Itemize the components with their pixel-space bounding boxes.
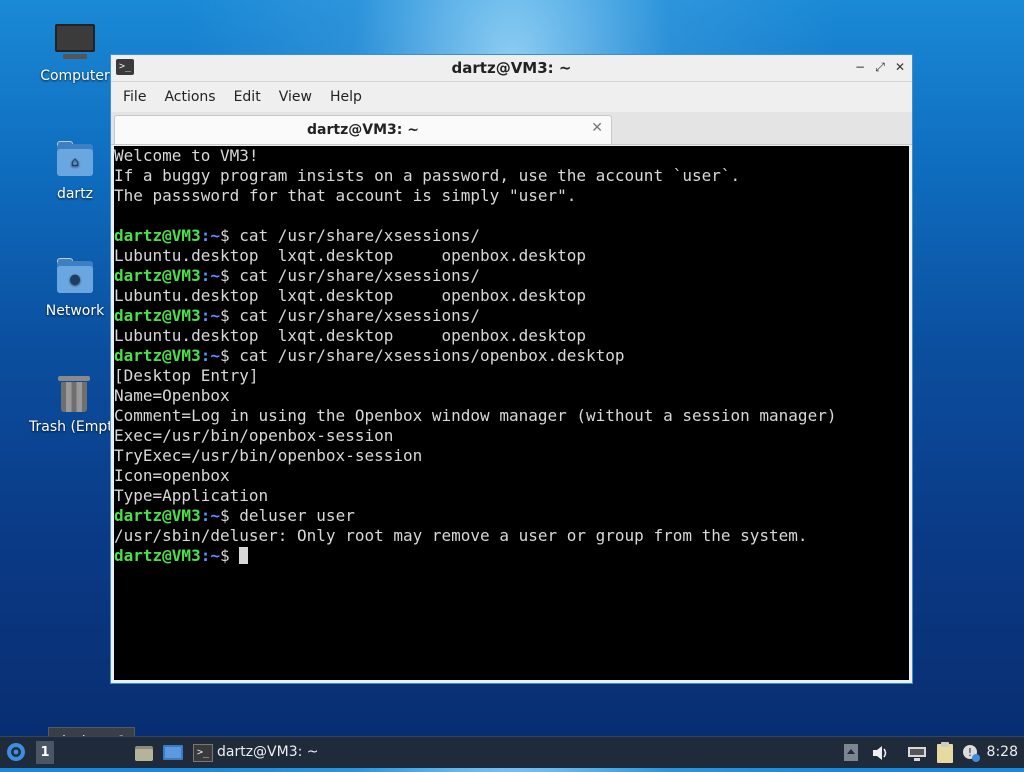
volume-button[interactable] (870, 743, 890, 763)
desktop-icon-label: Trash (Empt (29, 419, 113, 435)
prompt-user: dartz@VM3 (114, 306, 201, 325)
prompt-path: :~ (200, 546, 220, 565)
terminal-output-line: The passsword for that account is simply… (114, 186, 577, 205)
maximize-button[interactable]: ⤢ (872, 59, 888, 75)
terminal-output-line: [Desktop Entry] (114, 366, 259, 385)
prompt-path: :~ (200, 346, 220, 365)
terminal-output-line: Name=Openbox (114, 386, 230, 405)
prompt-symbol: $ (219, 506, 240, 525)
menu-help[interactable]: Help (324, 89, 370, 105)
update-info-icon: ! (963, 745, 980, 762)
tray-arrow-icon (844, 744, 858, 761)
prompt-path: :~ (200, 306, 220, 325)
menu-view[interactable]: View (273, 89, 320, 105)
terminal-output[interactable]: Welcome to VM3! If a buggy program insist… (114, 146, 909, 680)
desktop-icon-label: Computer (40, 68, 110, 84)
prompt-user: dartz@VM3 (114, 226, 201, 245)
terminal-output-line: /usr/sbin/deluser: Only root may remove … (114, 526, 808, 545)
desktop-icon-label: Network (45, 303, 105, 319)
prompt-symbol: $ (219, 266, 240, 285)
desktop-switcher-1[interactable]: 1 (36, 741, 54, 764)
prompt-symbol: $ (219, 546, 240, 565)
show-desktop-button[interactable] (162, 743, 184, 763)
command-text: cat /usr/share/xsessions/ (239, 266, 481, 285)
desktop-icon-computer[interactable]: Computer (29, 22, 121, 84)
close-button[interactable]: ✕ (892, 59, 908, 75)
tab-bar: dartz@VM3: ~ ✕ (111, 112, 912, 145)
terminal-command-line: dartz@VM3:~$ (114, 546, 909, 566)
prompt-symbol: $ (219, 306, 240, 325)
prompt-user: dartz@VM3 (114, 506, 201, 525)
prompt-path: :~ (200, 506, 220, 525)
desktop-icon-label: dartz (56, 186, 94, 202)
taskbar: 1 >_ dartz@VM3: ~ ! 8:28 (0, 736, 1024, 768)
tab-close-icon[interactable]: ✕ (591, 120, 603, 136)
network-icon (908, 747, 926, 761)
file-manager-icon (135, 746, 153, 761)
start-menu-button[interactable] (4, 737, 28, 768)
home-folder-icon: ⌂ (55, 140, 95, 180)
menu-file[interactable]: File (117, 89, 154, 105)
terminal-output-line: Lubuntu.desktop lxqt.desktop openbox.des… (114, 286, 587, 305)
minimize-button[interactable]: − (852, 59, 868, 75)
terminal-command-line: dartz@VM3:~$ deluser user (114, 506, 909, 526)
tray-expand-button[interactable] (843, 743, 859, 762)
command-text: cat /usr/share/xsessions/ (239, 226, 481, 245)
terminal-output-line: Lubuntu.desktop lxqt.desktop openbox.des… (114, 246, 587, 265)
prompt-user: dartz@VM3 (114, 546, 201, 565)
clipboard-button[interactable] (934, 741, 956, 765)
update-notifier-button[interactable]: ! (961, 743, 981, 763)
prompt-user: dartz@VM3 (114, 346, 201, 365)
desktop-icon-home[interactable]: ⌂ dartz (29, 140, 121, 202)
terminal-output-line: Type=Application (114, 486, 269, 505)
prompt-symbol: $ (219, 226, 240, 245)
window-titlebar[interactable]: >_ dartz@VM3: ~ − ⤢ ✕ (111, 55, 912, 82)
window-title: dartz@VM3: ~ (451, 59, 572, 77)
tab-terminal[interactable]: dartz@VM3: ~ ✕ (114, 115, 612, 144)
terminal-command-line: dartz@VM3:~$ cat /usr/share/xsessions/ (114, 266, 909, 286)
menu-actions[interactable]: Actions (158, 89, 223, 105)
prompt-symbol: $ (219, 346, 240, 365)
prompt-path: :~ (200, 266, 220, 285)
terminal-output-line: Exec=/usr/bin/openbox-session (114, 426, 394, 445)
terminal-window[interactable]: >_ dartz@VM3: ~ − ⤢ ✕ File Actions Edit … (110, 54, 913, 684)
terminal-cursor (239, 547, 249, 564)
terminal-task-icon: >_ (193, 744, 213, 762)
show-desktop-icon (163, 745, 183, 760)
menu-edit[interactable]: Edit (228, 89, 269, 105)
network-folder-icon: ● (55, 257, 95, 297)
command-text: cat /usr/share/xsessions/ (239, 306, 481, 325)
clock[interactable]: 8:28 (987, 737, 1018, 768)
terminal-command-line: dartz@VM3:~$ cat /usr/share/xsessions/op… (114, 346, 909, 366)
trash-icon (54, 373, 94, 413)
speaker-icon (873, 746, 887, 760)
terminal-command-line: dartz@VM3:~$ cat /usr/share/xsessions/ (114, 226, 909, 246)
terminal-output-line: Lubuntu.desktop lxqt.desktop openbox.des… (114, 326, 587, 345)
computer-icon (55, 22, 95, 62)
command-text: cat /usr/share/xsessions/openbox.desktop (239, 346, 625, 365)
menu-bar: File Actions Edit View Help (111, 82, 912, 112)
taskbar-task-terminal[interactable]: >_ dartz@VM3: ~ (190, 739, 450, 766)
desktop-icon-trash[interactable]: Trash (Empt (24, 373, 124, 435)
terminal-output-line: TryExec=/usr/bin/openbox-session (114, 446, 423, 465)
terminal-command-line: dartz@VM3:~$ cat /usr/share/xsessions/ (114, 306, 909, 326)
tab-label: dartz@VM3: ~ (307, 122, 419, 138)
clipboard-icon (937, 742, 953, 763)
prompt-user: dartz@VM3 (114, 266, 201, 285)
task-label: dartz@VM3: ~ (217, 744, 319, 760)
network-status-button[interactable] (906, 743, 928, 763)
lubuntu-logo-icon (7, 743, 25, 761)
terminal-output-line: If a buggy program insists on a password… (114, 166, 741, 185)
desktop-icon-network[interactable]: ● Network (29, 257, 121, 319)
terminal-output-line: Icon=openbox (114, 466, 230, 485)
prompt-path: :~ (200, 226, 220, 245)
svg-text:!: ! (968, 746, 972, 759)
file-manager-launcher[interactable] (134, 743, 154, 763)
terminal-output-line: Welcome to VM3! (114, 146, 259, 165)
command-text: deluser user (239, 506, 355, 525)
terminal-output-line: Comment=Log in using the Openbox window … (114, 406, 837, 425)
